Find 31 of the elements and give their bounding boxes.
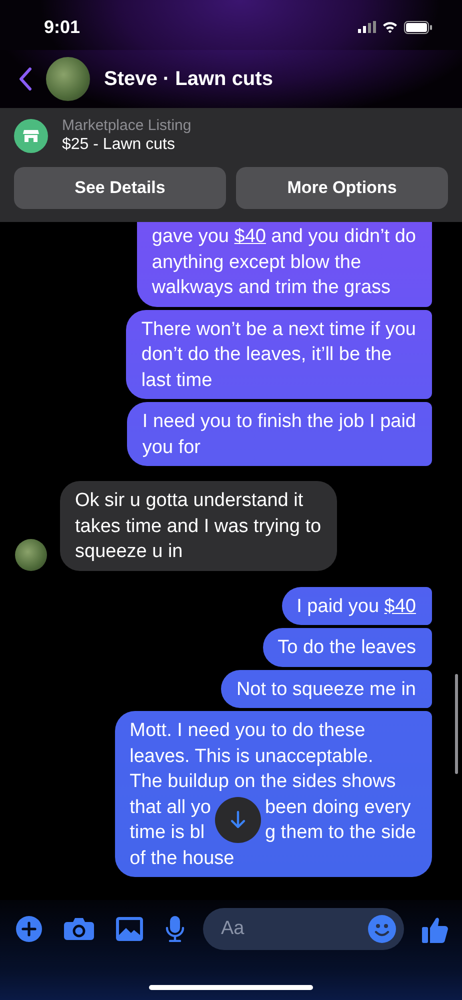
message-bubble: To do the leaves [262,628,432,666]
chat-title[interactable]: Steve · Lawn cuts [104,68,273,90]
listing-label: Marketplace Listing [62,116,192,135]
status-time: 9:01 [44,16,80,38]
image-icon[interactable] [116,917,143,941]
wifi-icon [382,21,398,33]
message-input-field[interactable]: Aa [203,908,404,950]
message-bubble: Mott. I need you to do these leaves. This is unacceptable. The buildup on the sides shows that all yo been doing every time is bl g them to the side of the house [114,711,432,877]
amount-link[interactable]: $40 [234,226,266,247]
plus-icon[interactable] [16,916,42,942]
message-bubble: Ok sir u gotta understand it takes time and I was trying to squeeze u in [60,481,338,570]
avatar[interactable] [46,57,90,101]
listing-title: $25 - Lawn cuts [62,135,176,155]
message-bubble: There won’t be a next time if you don’t do the leaves, it’ll be the last time [126,310,432,399]
message-bubble: I paid you $40 [282,586,432,625]
message-bubble: I need you to finish the job I paid you for [127,402,432,466]
message-bubble: Not to squeeze me in [221,670,432,708]
message-bubble: gave you $40 and you didn’t do anything except blow the walkways and trim the grass [136,222,432,306]
thumbs-up-icon[interactable] [422,915,448,943]
down-arrow-icon [230,810,246,830]
back-icon[interactable] [18,67,32,91]
more-options-button[interactable]: More Options [236,167,448,209]
signal-icon [358,21,376,33]
camera-icon[interactable] [64,917,94,941]
microphone-icon[interactable] [165,916,185,942]
battery-icon [404,20,432,34]
amount-link[interactable]: $40 [384,596,416,616]
emoji-icon[interactable] [368,915,396,943]
see-details-button[interactable]: See Details [14,167,226,209]
store-icon [14,118,48,152]
avatar[interactable] [15,538,47,570]
